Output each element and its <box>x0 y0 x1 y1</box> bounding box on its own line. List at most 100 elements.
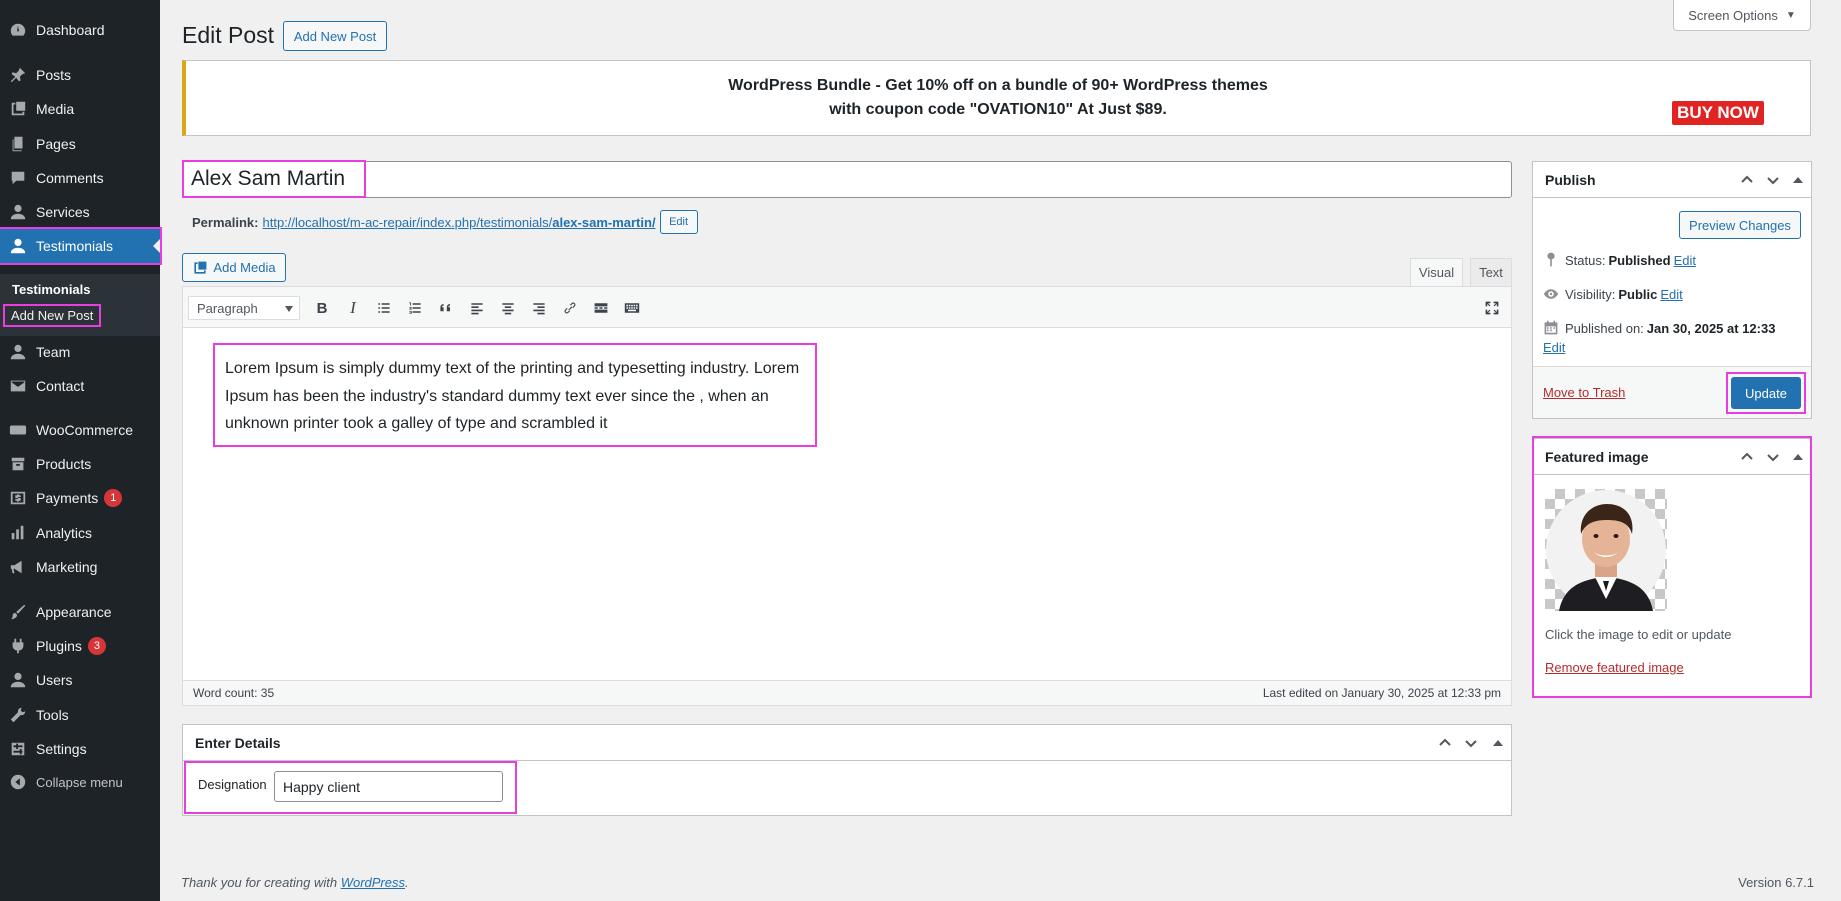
visibility-label: Visibility: <box>1565 286 1616 302</box>
sidebar-item-marketing[interactable]: Marketing <box>0 550 160 584</box>
editor-status-bar: Word count: 35 Last edited on January 30… <box>183 680 1511 705</box>
sidebar-item-team[interactable]: Team <box>0 335 160 369</box>
published-label: Published on: <box>1565 320 1644 336</box>
preview-changes-button[interactable]: Preview Changes <box>1679 211 1801 239</box>
permalink-label: Permalink: <box>192 214 259 230</box>
add-media-label: Add Media <box>213 260 276 275</box>
testimonials-submenu: Testimonials Add New Post <box>0 274 160 336</box>
postbox-header: Publish <box>1533 162 1811 198</box>
submenu-item-testimonials[interactable]: Testimonials <box>12 282 91 297</box>
sidebar-item-testimonials[interactable]: Testimonials <box>0 227 162 265</box>
move-down-button[interactable] <box>1765 172 1781 188</box>
numbered-list-button[interactable] <box>404 297 426 319</box>
sidebar-item-contact[interactable]: Contact <box>0 369 160 403</box>
add-new-post-button[interactable]: Add New Post <box>283 21 387 51</box>
sidebar-item-dashboard[interactable]: Dashboard <box>0 13 160 47</box>
read-more-button[interactable] <box>590 297 612 319</box>
toolbar-toggle-button[interactable] <box>621 297 643 319</box>
sidebar-item-label: Services <box>36 204 90 220</box>
published-edit-link[interactable]: Edit <box>1543 340 1565 355</box>
enter-details-box: Enter Details Designation <box>182 724 1512 816</box>
align-right-icon <box>533 303 545 315</box>
sidebar-item-products[interactable]: Products <box>0 447 160 481</box>
format-select[interactable]: Paragraph <box>188 296 300 320</box>
sidebar-item-tools[interactable]: Tools <box>0 698 160 732</box>
align-right-button[interactable] <box>528 297 550 319</box>
screen-options-button[interactable]: Screen Options ▼ <box>1673 0 1811 31</box>
postbox-title: Enter Details <box>195 735 281 751</box>
banner-line-1: WordPress Bundle - Get 10% off on a bund… <box>728 77 1268 94</box>
align-center-button[interactable] <box>497 297 519 319</box>
align-left-button[interactable] <box>466 297 488 319</box>
move-up-button[interactable] <box>1437 735 1453 751</box>
visibility-edit-link[interactable]: Edit <box>1660 287 1682 302</box>
footer-period: . <box>405 875 409 890</box>
footer-thanks-text: Thank you for creating with <box>181 875 341 890</box>
sidebar-item-label: Dashboard <box>36 22 105 38</box>
editor-content-area[interactable]: Lorem Ipsum is simply dummy text of the … <box>213 343 817 447</box>
title-highlight-box <box>182 160 366 198</box>
media-icon <box>0 100 36 118</box>
sidebar-item-label: Collapse menu <box>36 774 123 790</box>
sidebar-item-label: Tools <box>36 707 69 723</box>
plugins-badge: 3 <box>87 637 106 655</box>
sidebar-item-analytics[interactable]: Analytics <box>0 516 160 550</box>
move-down-button[interactable] <box>1463 735 1479 751</box>
visibility-row: Visibility: Public Edit <box>1543 286 1683 302</box>
permalink-edit-button[interactable]: Edit <box>659 210 698 234</box>
sidebar-item-posts[interactable]: Posts <box>0 58 160 92</box>
comment-icon <box>0 169 36 187</box>
insert-link-button[interactable] <box>559 297 581 319</box>
fullscreen-button[interactable] <box>1481 297 1503 319</box>
status-edit-link[interactable]: Edit <box>1674 253 1696 268</box>
toggle-panel-icon[interactable] <box>1793 177 1803 183</box>
permalink-link[interactable]: http://localhost/m-ac-repair/index.php/t… <box>262 215 655 230</box>
tab-text[interactable]: Text <box>1470 258 1512 287</box>
postbox-title: Publish <box>1545 172 1596 188</box>
sidebar-item-settings[interactable]: Settings <box>0 732 160 766</box>
toggle-panel-icon[interactable] <box>1493 740 1503 746</box>
add-media-button[interactable]: Add Media <box>182 253 286 282</box>
payments-badge: 1 <box>104 489 123 507</box>
wrench-icon <box>0 706 36 724</box>
word-count: Word count: 35 <box>193 686 275 700</box>
collapse-menu-button[interactable]: Collapse menu <box>0 765 160 799</box>
sidebar-item-comments[interactable]: Comments <box>0 161 160 195</box>
sidebar-item-payments[interactable]: Payments 1 <box>0 481 160 515</box>
sidebar-item-label: Analytics <box>36 525 93 541</box>
sidebar-item-label: Testimonials <box>36 238 114 254</box>
sidebar-item-label: WooCommerce <box>36 422 133 438</box>
publish-box: Publish Preview Changes Status: Publishe… <box>1532 161 1812 419</box>
italic-button[interactable]: I <box>342 297 364 319</box>
move-up-button[interactable] <box>1739 172 1755 188</box>
sidebar-item-pages[interactable]: Pages <box>0 127 160 161</box>
sidebar-item-users[interactable]: Users <box>0 663 160 697</box>
sidebar-item-woocommerce[interactable]: WooCommerce <box>0 413 160 447</box>
submenu-item-add-new-post[interactable]: Add New Post <box>2 304 102 327</box>
sidebar-item-label: Settings <box>36 741 87 757</box>
sidebar-item-media[interactable]: Media <box>0 92 160 126</box>
update-button[interactable]: Update <box>1731 377 1801 409</box>
fullscreen-icon <box>1485 301 1499 315</box>
permalink-slug: alex-sam-martin/ <box>552 214 656 230</box>
sidebar-item-plugins[interactable]: Plugins 3 <box>0 629 160 663</box>
designation-input[interactable] <box>274 771 503 802</box>
blockquote-button[interactable] <box>435 297 457 319</box>
bullet-list-button[interactable] <box>373 297 395 319</box>
post-title-field[interactable]: Alex Sam Martin <box>182 161 1512 198</box>
user-icon <box>0 203 36 221</box>
buy-now-button[interactable]: BUY NOW <box>1672 101 1764 125</box>
sidebar-item-appearance[interactable]: Appearance <box>0 595 160 629</box>
settings-icon <box>0 740 36 758</box>
move-to-trash-link[interactable]: Move to Trash <box>1543 385 1625 400</box>
status-row: Status: Published Edit <box>1543 252 1696 268</box>
align-center-icon <box>502 303 514 315</box>
sidebar-item-services[interactable]: Services <box>0 195 160 229</box>
bold-button[interactable]: B <box>311 297 333 319</box>
page-title: Edit Post <box>182 22 275 48</box>
wordpress-link[interactable]: WordPress <box>341 875 405 890</box>
user-icon <box>0 343 36 361</box>
tab-visual[interactable]: Visual <box>1410 258 1463 287</box>
caret-down-icon <box>285 306 293 312</box>
editor-toolbar: Paragraph B I <box>183 287 1511 328</box>
